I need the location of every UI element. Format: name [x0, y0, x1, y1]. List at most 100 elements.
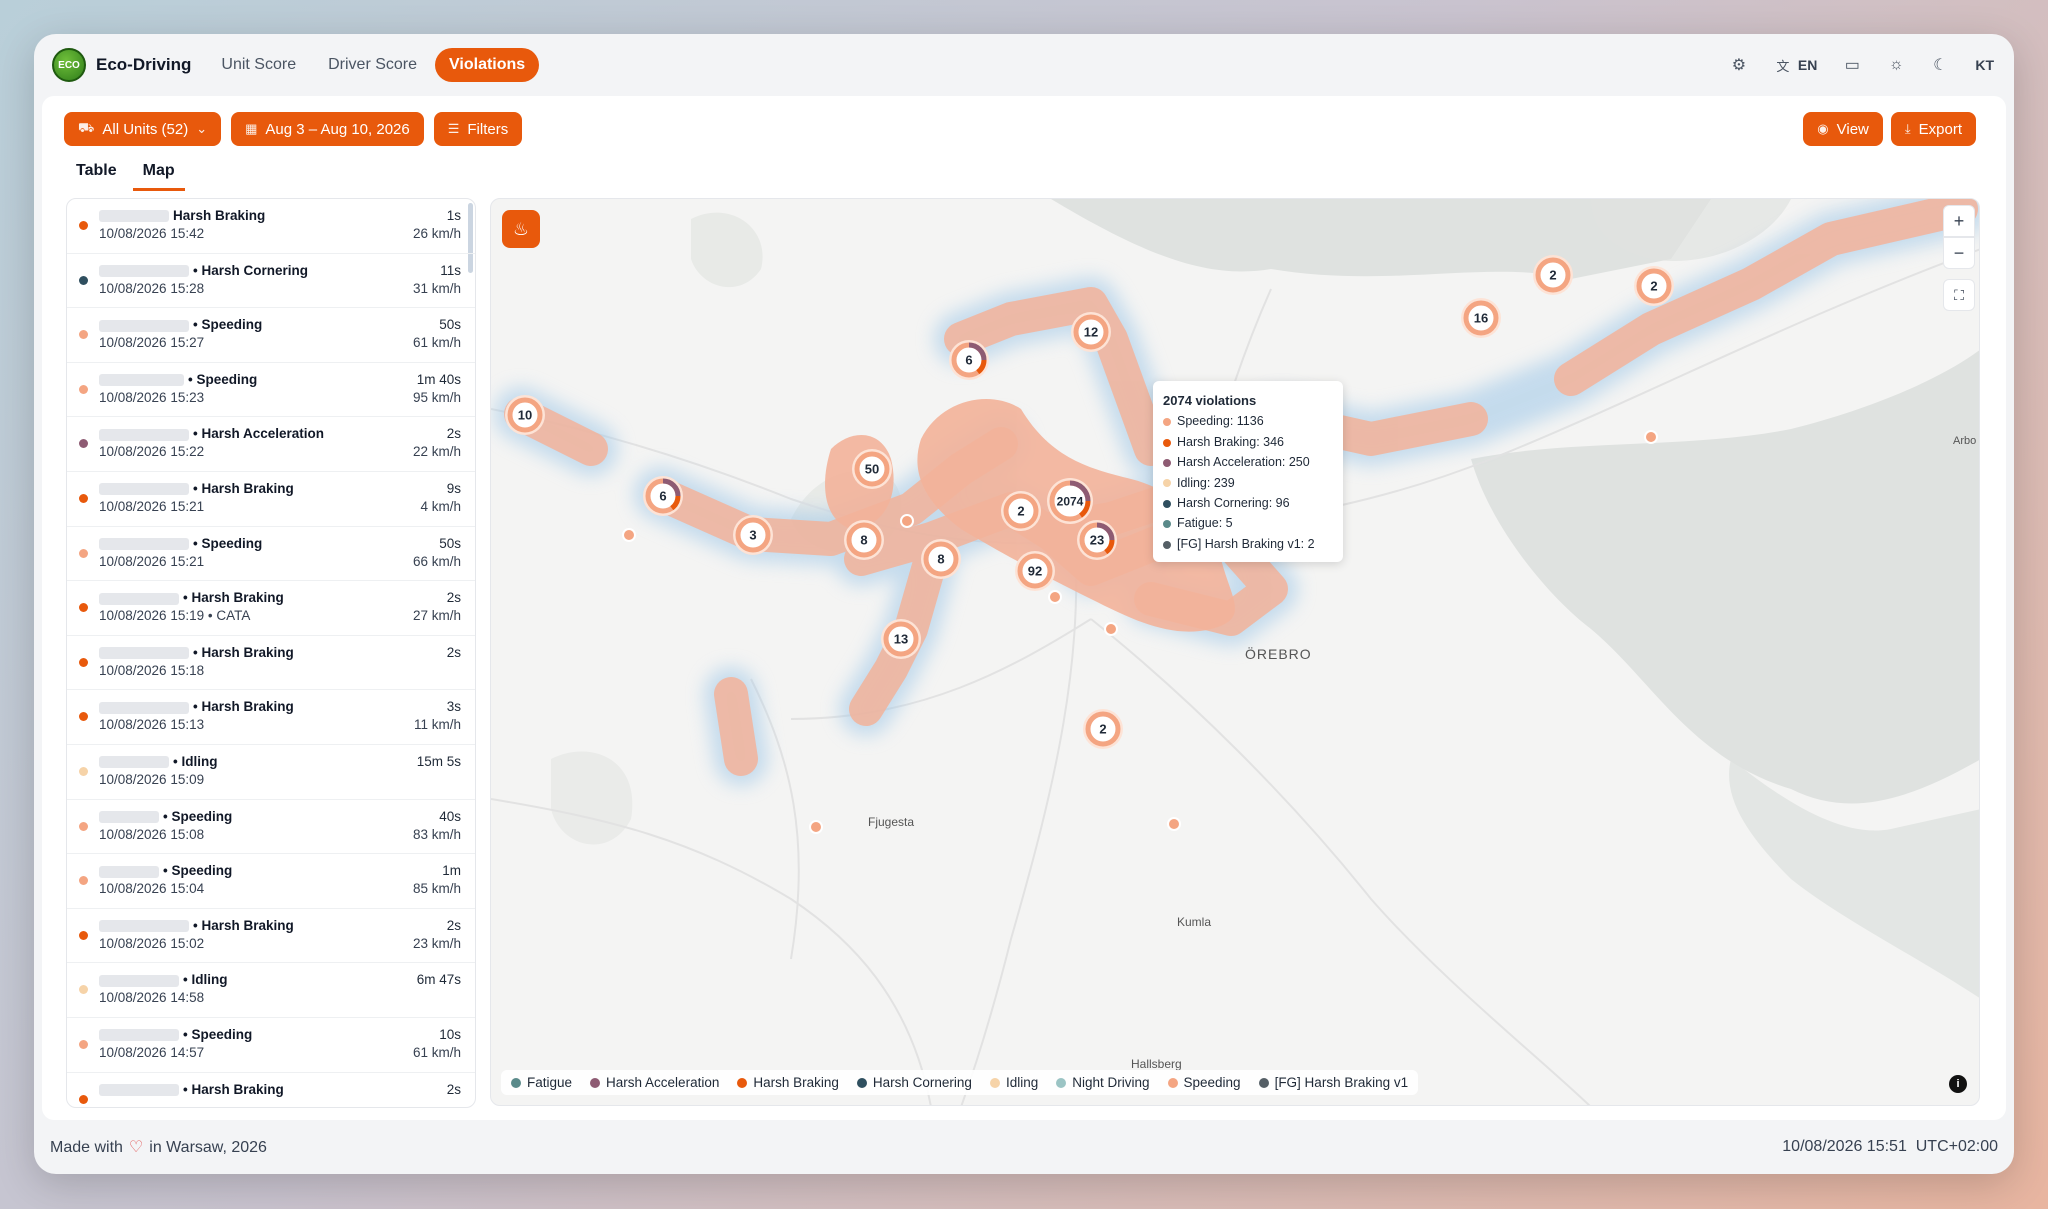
cluster-marker[interactable]: 2 — [1634, 266, 1674, 306]
redacted-unit-name — [99, 920, 189, 933]
legend-dot — [1167, 1077, 1178, 1088]
redacted-unit-name — [99, 592, 179, 605]
violations-map[interactable]: 10635088132612220742392252162 Fjugesta K… — [490, 198, 1980, 1106]
legend-item: Harsh Acceleration — [590, 1075, 719, 1090]
cluster-count: 6 — [659, 489, 666, 504]
zoom-out-button[interactable]: − — [1943, 237, 1975, 269]
list-item[interactable]: • Speeding 40s 10/08/2026 15:08 83 km/h — [67, 800, 475, 855]
list-item[interactable]: Harsh Braking 1s 10/08/2026 15:42 26 km/h — [67, 199, 475, 254]
list-item[interactable]: • Speeding 1m 40s 10/08/2026 15:23 95 km/h — [67, 363, 475, 418]
violation-color-dot — [79, 930, 88, 940]
info-icon[interactable]: i — [1949, 1075, 1967, 1093]
tooltip-row-label: Speeding: 1136 — [1177, 414, 1264, 429]
units-select-button[interactable]: ⛟ All Units (52) ⌄ — [64, 112, 222, 146]
filters-button[interactable]: ☰ Filters — [433, 112, 523, 146]
list-item[interactable]: • Harsh Acceleration 2s 10/08/2026 15:22 22… — [67, 417, 475, 472]
cluster-marker[interactable]: 16 — [1461, 298, 1501, 338]
list-item[interactable]: • Speeding 10s 10/08/2026 14:57 61 km/h — [67, 1018, 475, 1073]
moon-icon[interactable]: ☾ — [1931, 56, 1949, 74]
gear-icon[interactable]: ⚙ — [1730, 56, 1748, 74]
violation-type: • Harsh Braking — [193, 644, 294, 660]
violation-color-dot — [79, 766, 88, 776]
tooltip-row-label: Fatigue: 5 — [1177, 516, 1233, 531]
cluster-count: 2 — [1099, 722, 1106, 737]
date-range-button[interactable]: ▦ Aug 3 – Aug 10, 2026 — [231, 112, 424, 146]
cluster-marker[interactable]: 2 — [1533, 255, 1573, 295]
violation-speed: 23 km/h — [412, 935, 461, 951]
tooltip-row: Idling: 239 — [1163, 473, 1333, 493]
view-tabs: Table Map — [66, 158, 185, 191]
violation-duration: 2s — [446, 426, 461, 442]
cluster-marker[interactable]: 6 — [643, 476, 683, 516]
flame-icon: ♨ — [512, 218, 530, 239]
legend-dot — [1163, 458, 1171, 467]
heatmap-toggle-button[interactable]: ♨ — [502, 210, 540, 248]
user-avatar[interactable]: KT — [1975, 57, 1994, 73]
list-item[interactable]: • Speeding 1m 10/08/2026 15:04 85 km/h — [67, 854, 475, 909]
cluster-marker[interactable]: 92 — [1015, 551, 1055, 591]
cluster-marker[interactable]: 50 — [852, 449, 892, 489]
legend-item: Night Driving — [1056, 1075, 1150, 1090]
location-text: in Warsaw, 2026 — [149, 1139, 267, 1156]
list-item[interactable]: • Idling 6m 47s 10/08/2026 14:58 — [67, 963, 475, 1018]
export-button[interactable]: ⤓ Export — [1890, 112, 1976, 146]
cluster-marker[interactable]: 2 — [1083, 709, 1123, 749]
legend-dot — [511, 1077, 521, 1088]
cluster-marker[interactable]: 8 — [844, 520, 884, 560]
list-item[interactable]: • Harsh Braking 3s 10/08/2026 15:13 11 km/h — [67, 690, 475, 745]
tab-table[interactable]: Table — [66, 158, 127, 191]
tab-unit-score[interactable]: Unit Score — [207, 48, 310, 82]
cluster-marker[interactable]: 2074 — [1047, 478, 1093, 524]
violation-type: • Idling — [183, 972, 228, 988]
sun-icon[interactable]: ☼ — [1887, 56, 1905, 74]
redacted-unit-name — [99, 483, 189, 496]
tooltip-title: 2074 violations — [1163, 393, 1257, 408]
cluster-marker[interactable]: 6 — [949, 340, 989, 380]
list-item[interactable]: • Harsh Braking 9s 10/08/2026 15:21 4 km/h — [67, 472, 475, 527]
violation-color-dot — [79, 330, 88, 340]
cluster-marker[interactable]: 2 — [1001, 491, 1041, 531]
legend-label: Harsh Acceleration — [606, 1075, 720, 1090]
fullscreen-button[interactable]: ⛶ — [1943, 279, 1975, 311]
monitor-icon[interactable]: ▭ — [1843, 56, 1861, 74]
top-bar: ECO Eco-Driving Unit Score Driver Score … — [34, 34, 2014, 96]
cluster-marker[interactable]: 13 — [881, 619, 921, 659]
cluster-marker[interactable]: 10 — [505, 395, 545, 435]
redacted-unit-name — [99, 210, 169, 223]
cluster-marker[interactable]: 23 — [1077, 520, 1117, 560]
redacted-unit-name — [99, 1029, 179, 1042]
cluster-marker[interactable]: 3 — [733, 515, 773, 555]
view-button[interactable]: ◉ View — [1803, 112, 1883, 146]
violation-duration: 1s — [446, 208, 461, 223]
tab-driver-score[interactable]: Driver Score — [314, 48, 431, 82]
violation-type: • Speeding — [188, 371, 258, 387]
cluster-marker[interactable]: 8 — [921, 539, 961, 579]
place-label: ÖREBRO — [1245, 645, 1312, 662]
app-logo: ECO — [52, 48, 86, 82]
violations-list[interactable]: Harsh Braking 1s 10/08/2026 15:42 26 km/h • … — [66, 198, 476, 1108]
redacted-unit-name — [99, 810, 159, 823]
list-item[interactable]: • Harsh Cornering 11s 10/08/2026 15:28 31 k… — [67, 254, 475, 309]
language-switch[interactable]: 文 EN — [1774, 56, 1817, 74]
date-range-label: Aug 3 – Aug 10, 2026 — [265, 120, 410, 138]
cluster-count: 16 — [1474, 311, 1488, 326]
violation-duration: 3s — [446, 699, 461, 715]
list-item[interactable]: • Harsh Braking 2s — [67, 1073, 475, 1108]
list-item[interactable]: • Harsh Braking 2s 10/08/2026 15:19 • CATA… — [67, 581, 475, 636]
violation-time: 10/08/2026 15:28 — [99, 280, 205, 296]
cluster-marker[interactable]: 12 — [1071, 312, 1111, 352]
app-window: ECO Eco-Driving Unit Score Driver Score … — [34, 34, 2014, 1174]
cluster-count: 8 — [860, 533, 867, 548]
tooltip-row: Speeding: 1136 — [1163, 411, 1333, 431]
zoom-in-button[interactable]: + — [1943, 205, 1975, 237]
tab-map[interactable]: Map — [132, 158, 185, 191]
tab-violations[interactable]: Violations — [435, 48, 540, 82]
list-item[interactable]: • Speeding 50s 10/08/2026 15:21 66 km/h — [67, 527, 475, 582]
list-item[interactable]: • Harsh Braking 2s 10/08/2026 15:02 23 km/h — [67, 909, 475, 964]
violation-time: 10/08/2026 15:09 — [99, 771, 205, 787]
list-item[interactable]: • Idling 15m 5s 10/08/2026 15:09 — [67, 745, 475, 800]
list-item[interactable]: • Harsh Braking 2s 10/08/2026 15:18 — [67, 636, 475, 691]
list-item[interactable]: • Speeding 50s 10/08/2026 15:27 61 km/h — [67, 308, 475, 363]
violation-type: • Harsh Braking — [193, 480, 294, 496]
cluster-count: 50 — [865, 462, 879, 477]
